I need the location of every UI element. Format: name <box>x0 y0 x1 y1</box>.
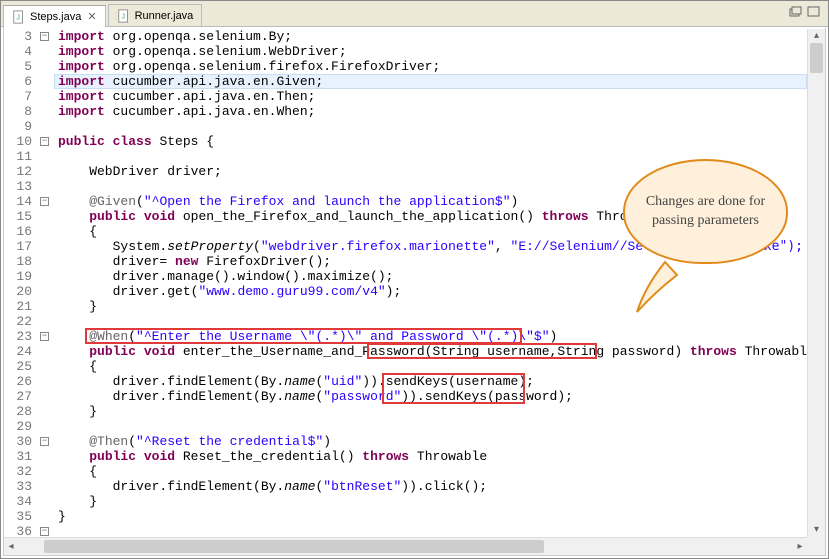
java-file-icon: J <box>12 10 26 24</box>
code-line[interactable]: import cucumber.api.java.en.Given; <box>54 74 807 89</box>
code-line[interactable]: driver.findElement(By.name("password")).… <box>54 389 807 404</box>
fold-toggle-icon[interactable] <box>40 332 49 341</box>
code-line[interactable]: } <box>54 494 807 509</box>
scroll-right-arrow-icon[interactable]: ▸ <box>793 538 807 555</box>
line-number: 31 <box>16 449 32 464</box>
line-number: 32 <box>16 464 32 479</box>
horizontal-scrollbar[interactable]: ◂ ▸ <box>4 537 807 555</box>
line-number: 9 <box>24 119 32 134</box>
restore-icon[interactable] <box>788 5 804 19</box>
editor-area: 3456789101112131415161718192021222324252… <box>4 29 825 555</box>
tab-runner-java[interactable]: J Runner.java <box>108 4 203 26</box>
line-number: 17 <box>16 239 32 254</box>
code-line[interactable]: @When("^Enter the Username \"(.*)\" and … <box>54 329 807 344</box>
code-line[interactable] <box>54 524 807 537</box>
fold-toggle-icon[interactable] <box>40 197 49 206</box>
fold-toggle-icon[interactable] <box>40 137 49 146</box>
line-number: 5 <box>24 59 32 74</box>
code-line[interactable]: import cucumber.api.java.en.Then; <box>54 89 807 104</box>
code-line[interactable]: import org.openqa.selenium.By; <box>54 29 807 44</box>
code-line[interactable]: @Then("^Reset the credential$") <box>54 434 807 449</box>
line-number: 26 <box>16 374 32 389</box>
code-line[interactable]: driver.findElement(By.name("uid")).sendK… <box>54 374 807 389</box>
maximize-icon[interactable] <box>806 5 822 19</box>
code-line[interactable]: import cucumber.api.java.en.When; <box>54 104 807 119</box>
line-number: 10 <box>16 134 32 149</box>
line-number: 28 <box>16 404 32 419</box>
scroll-thumb[interactable] <box>810 43 823 73</box>
code-line[interactable]: } <box>54 404 807 419</box>
svg-text:J: J <box>121 13 125 20</box>
line-number: 29 <box>16 419 32 434</box>
line-number: 34 <box>16 494 32 509</box>
line-number: 21 <box>16 299 32 314</box>
annotation-callout: Changes are done for passing parameters <box>623 159 793 289</box>
code-line[interactable]: { <box>54 359 807 374</box>
code-line[interactable]: } <box>54 509 807 524</box>
line-number: 30 <box>16 434 32 449</box>
line-number: 11 <box>16 149 32 164</box>
code-line[interactable]: public void Reset_the_credential() throw… <box>54 449 807 464</box>
line-number: 24 <box>16 344 32 359</box>
code-line[interactable]: } <box>54 299 807 314</box>
line-number: 18 <box>16 254 32 269</box>
code-line[interactable]: driver.findElement(By.name("btnReset")).… <box>54 479 807 494</box>
line-number: 14 <box>16 194 32 209</box>
code-line[interactable]: public void enter_the_Username_and_Passw… <box>54 344 807 359</box>
line-number: 36 <box>16 524 32 537</box>
line-number: 13 <box>16 179 32 194</box>
fold-toggle-icon[interactable] <box>40 527 49 536</box>
callout-body: Changes are done for passing parameters <box>623 159 788 264</box>
code-line[interactable] <box>54 119 807 134</box>
scroll-up-arrow-icon[interactable]: ▴ <box>808 29 825 43</box>
scroll-left-arrow-icon[interactable]: ◂ <box>4 538 18 555</box>
line-number: 16 <box>16 224 32 239</box>
line-number: 15 <box>16 209 32 224</box>
editor-window: JSteps.java✕JRunner.java 345678910111213… <box>0 0 829 559</box>
line-number: 22 <box>16 314 32 329</box>
java-file-icon: J <box>117 9 131 23</box>
line-number: 20 <box>16 284 32 299</box>
line-number: 27 <box>16 389 32 404</box>
tab-steps-java[interactable]: J Steps.java ✕ <box>3 5 106 27</box>
code-line[interactable] <box>54 314 807 329</box>
line-number: 23 <box>16 329 32 344</box>
code-line[interactable] <box>54 419 807 434</box>
line-number: 33 <box>16 479 32 494</box>
scroll-corner <box>807 537 825 555</box>
scroll-thumb[interactable] <box>44 540 544 553</box>
code-line[interactable]: import org.openqa.selenium.firefox.Firef… <box>54 59 807 74</box>
editor-toolbar <box>788 5 822 19</box>
line-number: 8 <box>24 104 32 119</box>
fold-toggle-icon[interactable] <box>40 32 49 41</box>
line-number: 35 <box>16 509 32 524</box>
tab-label: Runner.java <box>135 10 194 22</box>
vertical-scrollbar[interactable]: ▴ ▾ <box>807 29 825 537</box>
code-line[interactable]: public class Steps { <box>54 134 807 149</box>
fold-column <box>40 29 52 537</box>
tab-label: Steps.java <box>30 11 81 23</box>
code-line[interactable]: import org.openqa.selenium.WebDriver; <box>54 44 807 59</box>
scroll-down-arrow-icon[interactable]: ▾ <box>808 523 825 537</box>
svg-text:J: J <box>16 14 20 21</box>
line-number: 3 <box>24 29 32 44</box>
line-number: 4 <box>24 44 32 59</box>
line-number: 25 <box>16 359 32 374</box>
line-number: 12 <box>16 164 32 179</box>
close-tab-icon[interactable]: ✕ <box>87 10 96 23</box>
line-number: 6 <box>24 74 32 89</box>
code-line[interactable]: { <box>54 464 807 479</box>
tab-bar: J Steps.java ✕ J Runner.java <box>1 1 828 27</box>
line-number: 7 <box>24 89 32 104</box>
fold-toggle-icon[interactable] <box>40 437 49 446</box>
callout-text: Changes are done for passing parameters <box>639 193 772 229</box>
line-number: 19 <box>16 269 32 284</box>
